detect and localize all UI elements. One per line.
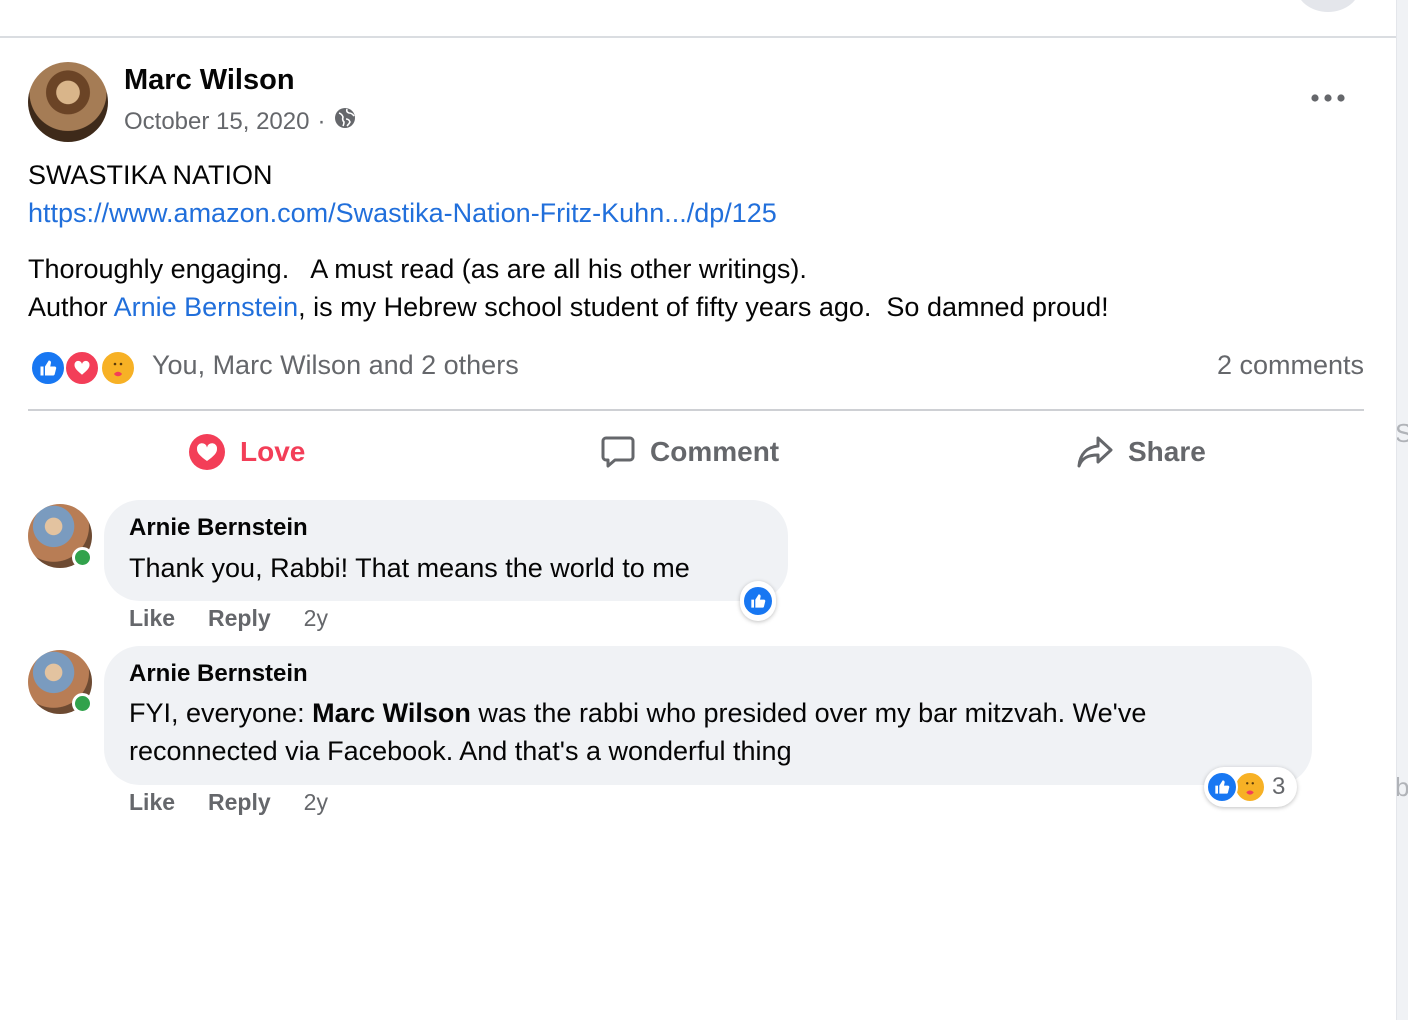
- right-panel-glyph-s: S: [1397, 418, 1408, 449]
- reaction-count: 3: [1272, 773, 1286, 800]
- post-body: Thoroughly engaging. A must read (as are…: [28, 250, 1109, 326]
- post-author-name[interactable]: Marc Wilson: [124, 64, 295, 97]
- comment-like-link[interactable]: Like: [129, 789, 175, 816]
- comment-bubble: Arnie Bernstein FYI, everyone: Marc Wils…: [104, 646, 1312, 785]
- love-heart-icon: [189, 434, 225, 470]
- author-avatar[interactable]: [28, 62, 108, 142]
- comment-button[interactable]: Comment: [600, 430, 779, 474]
- post-meta: October 15, 2020 ·: [124, 106, 357, 137]
- more-dots-icon: [1311, 94, 1345, 102]
- comment-like-link[interactable]: Like: [129, 605, 175, 632]
- comment-label: Comment: [650, 436, 780, 467]
- online-status-dot: [72, 547, 93, 568]
- reactions-summary: You, Marc Wilson and 2 others 2 comments: [30, 348, 1364, 388]
- post-title-text: SWASTIKA NATION: [28, 160, 273, 190]
- post-date[interactable]: October 15, 2020: [124, 108, 309, 136]
- comment-mention[interactable]: Marc Wilson: [312, 698, 471, 728]
- love-icon: [64, 350, 100, 386]
- line2-prefix: Author: [28, 292, 114, 322]
- more-options-button[interactable]: [1306, 80, 1350, 116]
- share-label: Share: [1128, 436, 1206, 467]
- globe-icon[interactable]: [333, 106, 357, 137]
- mention-link[interactable]: Arnie Bernstein: [114, 292, 299, 322]
- meta-separator: ·: [317, 107, 326, 135]
- right-panel-edge: S b: [1396, 0, 1408, 1020]
- line2-suffix: , is my Hebrew school student of fifty y…: [298, 292, 1109, 322]
- comment-reply-link[interactable]: Reply: [208, 605, 271, 632]
- comment-reactions-badge[interactable]: [740, 581, 776, 621]
- comment-text: Thank you, Rabbi! That means the world t…: [129, 553, 690, 583]
- comment-time[interactable]: 2y: [304, 605, 328, 632]
- love-label: Love: [240, 436, 306, 467]
- share-icon: [1077, 436, 1113, 468]
- like-icon: [1206, 771, 1238, 803]
- care-icon: [1234, 771, 1266, 803]
- comment-reply-link[interactable]: Reply: [208, 789, 271, 816]
- top-round-button[interactable]: [1296, 0, 1360, 12]
- comment-actions: Like Reply 2y: [129, 789, 328, 816]
- actions-divider: [28, 409, 1364, 411]
- care-icon: [100, 350, 136, 386]
- love-button[interactable]: Love: [188, 430, 305, 474]
- comment-author[interactable]: Arnie Bernstein: [129, 514, 308, 542]
- comment-count[interactable]: 2 comments: [1217, 350, 1364, 381]
- comment-icon: [601, 436, 635, 468]
- comment-actions: Like Reply 2y: [129, 605, 328, 632]
- share-button[interactable]: Share: [1076, 430, 1206, 474]
- comment-bubble: Arnie Bernstein Thank you, Rabbi! That m…: [104, 500, 788, 601]
- comment-time[interactable]: 2y: [304, 789, 328, 816]
- post-top-border: [0, 36, 1396, 38]
- like-icon: [742, 585, 774, 617]
- comment-reactions-badge[interactable]: 3: [1204, 767, 1298, 807]
- like-icon: [30, 350, 66, 386]
- reaction-names[interactable]: You, Marc Wilson and 2 others: [152, 350, 519, 381]
- online-status-dot: [72, 693, 93, 714]
- post-link[interactable]: https://www.amazon.com/Swastika-Nation-F…: [28, 198, 777, 229]
- right-panel-glyph-b: b: [1397, 772, 1408, 803]
- comment-author[interactable]: Arnie Bernstein: [129, 660, 308, 688]
- comment-text-prefix: FYI, everyone:: [129, 698, 313, 728]
- comment-text: FYI, everyone: Marc Wilson was the rabbi…: [129, 694, 1299, 770]
- post-body-line2: Author Arnie Bernstein, is my Hebrew sch…: [28, 288, 1109, 326]
- post-body-line1: Thoroughly engaging. A must read (as are…: [28, 254, 807, 284]
